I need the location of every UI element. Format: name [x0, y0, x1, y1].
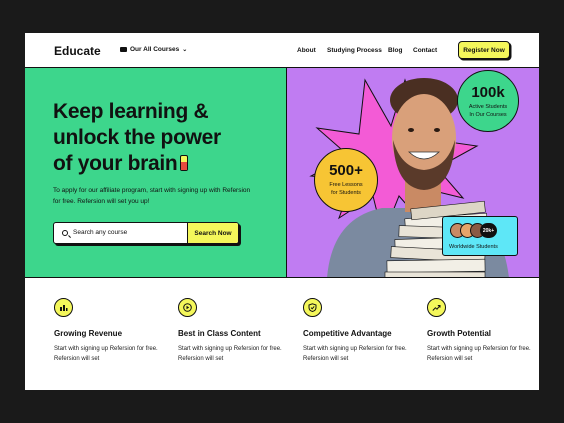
feature-growth-potential: Growth Potential Start with signing up R…	[427, 298, 539, 364]
search-icon	[62, 230, 68, 236]
play-icon	[178, 298, 197, 317]
headline-line-3-text: of your brain	[53, 152, 178, 175]
page-frame: Educate Our All Courses ⌄ About Studying…	[25, 33, 539, 390]
hero-left-panel: Keep learning & unlock the power of your…	[25, 68, 287, 278]
free-lessons-label-2: for Students	[331, 190, 361, 196]
feature-title: Growth Potential	[427, 329, 491, 338]
feature-title: Growing Revenue	[54, 329, 123, 338]
headline-line-3: of your brain	[53, 151, 273, 177]
feature-desc: Start with signing up Refersion for free…	[178, 346, 282, 362]
search-now-button[interactable]: Search Now	[187, 223, 238, 243]
shield-icon	[303, 298, 322, 317]
feature-desc: Start with signing up Refersion for free…	[303, 346, 407, 362]
feature-title: Competitive Advantage	[303, 329, 392, 338]
growth-chart-icon	[54, 298, 73, 317]
active-students-label-1: Active Students	[468, 104, 508, 110]
top-nav: Educate Our All Courses ⌄ About Studying…	[25, 33, 539, 68]
free-lessons-value: 500+	[329, 162, 363, 179]
active-students-value: 100k	[471, 84, 505, 101]
courses-label: Our All Courses	[130, 46, 180, 53]
nav-link-studying-process[interactable]: Studying Process	[327, 47, 382, 54]
register-button[interactable]: Register Now	[458, 41, 510, 59]
feature-desc: Start with signing up Refersion for free…	[427, 346, 531, 362]
feature-best-content: Best in Class Content Start with signing…	[178, 298, 296, 364]
hero-right-panel: 100k Active Students In Our Courses 500+…	[287, 68, 539, 278]
active-students-label-2: In Our Courses	[469, 112, 507, 118]
feature-desc: Start with signing up Refersion for free…	[54, 346, 158, 362]
worldwide-students-label: Worldwide Students	[449, 244, 498, 250]
search-input[interactable]: Search any course	[73, 229, 127, 236]
chevron-down-icon: ⌄	[182, 47, 188, 53]
nav-link-blog[interactable]: Blog	[388, 47, 402, 54]
left-eye	[408, 128, 414, 132]
battery-icon	[180, 155, 189, 171]
right-eye	[434, 128, 440, 132]
logo[interactable]: Educate	[54, 44, 101, 58]
course-search: Search any course Search Now	[53, 222, 239, 244]
active-students-badge: 100k Active Students In Our Courses	[457, 70, 519, 132]
hero-subtext: To apply for our affiliate program, star…	[53, 187, 251, 205]
headline-line-2: unlock the power	[53, 126, 221, 149]
nav-link-contact[interactable]: Contact	[413, 47, 437, 54]
trend-up-icon	[427, 298, 446, 317]
worldwide-students-badge: 20k+ Worldwide Students	[442, 216, 518, 256]
book-icon	[120, 47, 127, 52]
feature-competitive-advantage: Competitive Advantage Start with signing…	[303, 298, 421, 364]
courses-dropdown[interactable]: Our All Courses ⌄	[120, 46, 187, 53]
feature-title: Best in Class Content	[178, 329, 261, 338]
hero-headline: Keep learning & unlock the power of your…	[53, 99, 273, 177]
feature-growing-revenue: Growing Revenue Start with signing up Re…	[54, 298, 172, 364]
avatar-count: 20k+	[480, 223, 497, 238]
nav-link-about[interactable]: About	[297, 47, 316, 54]
headline-line-1: Keep learning &	[53, 100, 209, 123]
free-lessons-label-1: Free Lessons	[329, 182, 363, 188]
free-lessons-badge: 500+ Free Lessons for Students	[314, 148, 378, 212]
